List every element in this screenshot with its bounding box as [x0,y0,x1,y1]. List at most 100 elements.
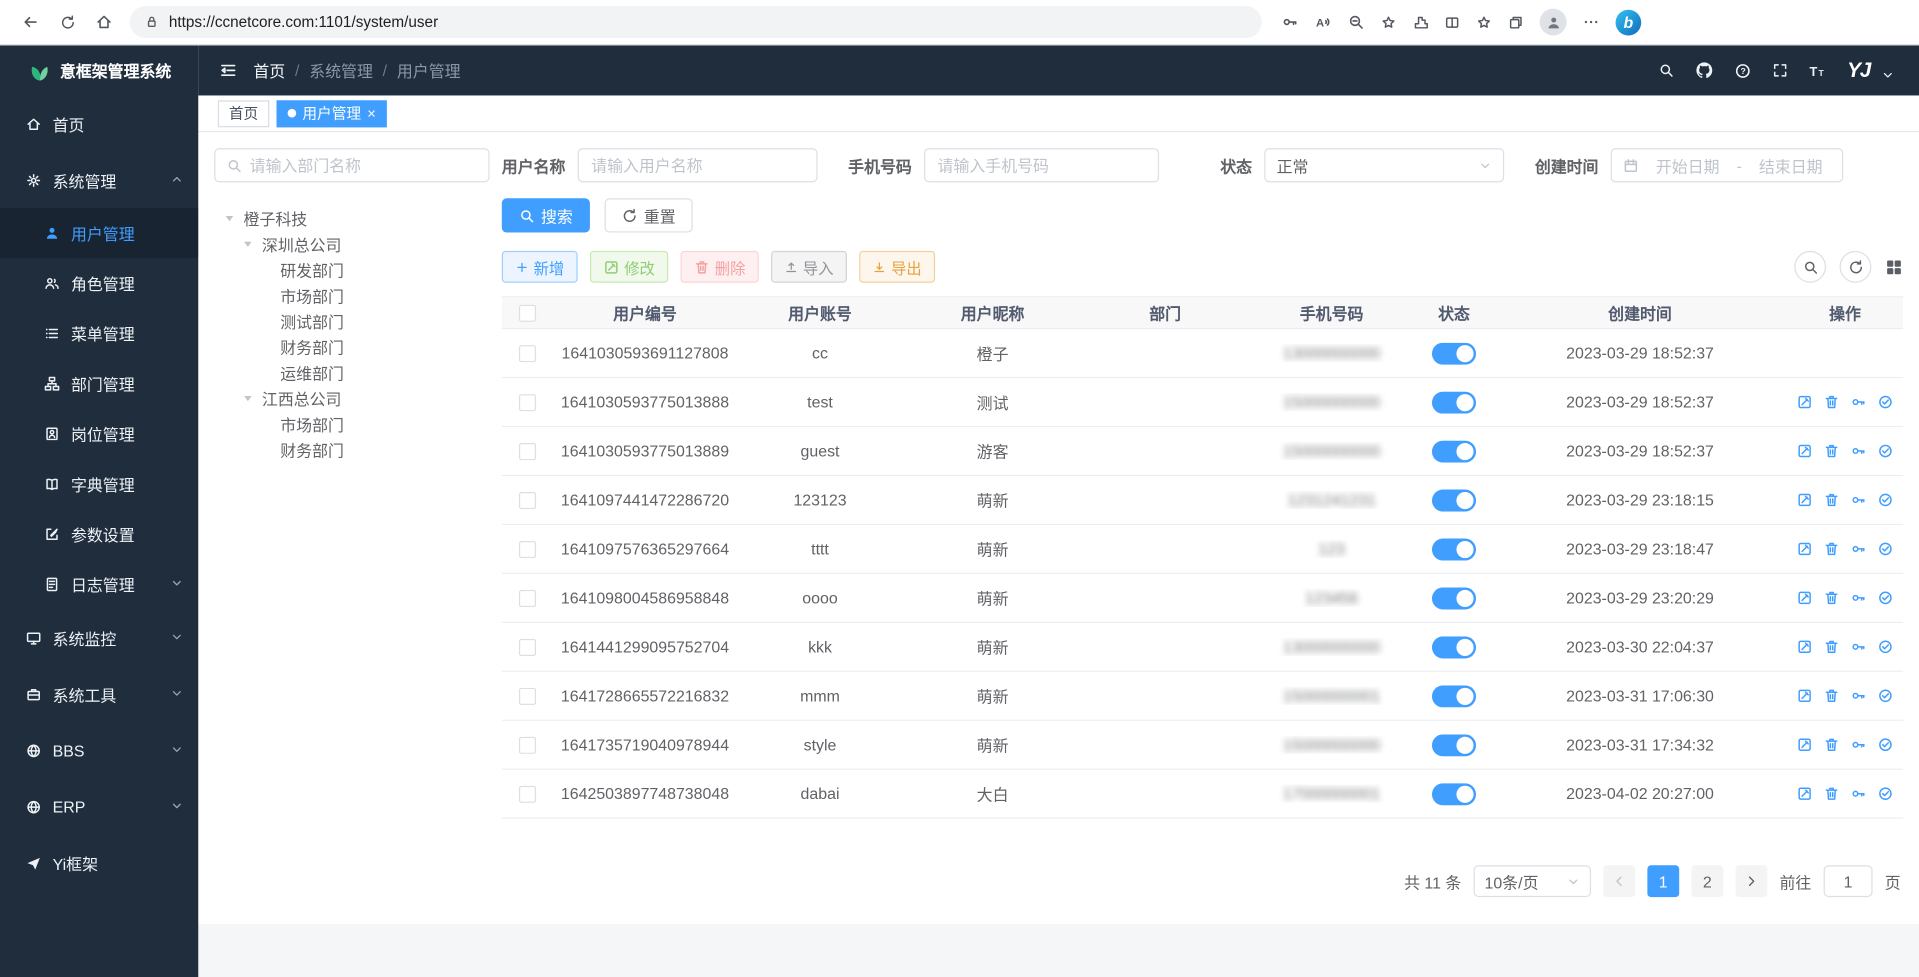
reset-password-icon[interactable] [1851,492,1867,508]
refresh-table-button[interactable] [1840,251,1872,283]
username-input[interactable] [578,148,818,182]
tree-node[interactable]: 市场部门 [214,411,489,437]
reset-password-icon[interactable] [1851,443,1867,459]
dept-search-input[interactable] [250,156,478,174]
sidebar-item-erp[interactable]: ERP [0,778,198,834]
assign-role-icon[interactable] [1877,786,1893,802]
sidebar-item-bbs[interactable]: BBS [0,722,198,778]
assign-role-icon[interactable] [1877,590,1893,606]
reset-password-icon[interactable] [1851,786,1867,802]
phone-input[interactable] [924,148,1159,182]
browser-back-button[interactable] [12,5,49,39]
assign-role-icon[interactable] [1877,394,1893,410]
reset-password-icon[interactable] [1851,541,1867,557]
split-screen-icon[interactable] [1444,14,1460,30]
status-toggle[interactable] [1432,685,1476,707]
sidebar-item-menu-mgmt[interactable]: 菜单管理 [0,308,198,358]
assign-role-icon[interactable] [1877,737,1893,753]
edit-icon[interactable] [1797,394,1813,410]
tree-node[interactable]: 研发部门 [214,257,489,283]
import-button[interactable]: 导入 [771,251,847,283]
reset-password-icon[interactable] [1851,590,1867,606]
tree-node[interactable]: 橙子科技 [214,206,489,232]
select-all-checkbox[interactable] [502,304,553,321]
tree-node[interactable]: 江西总公司 [214,386,489,412]
row-checkbox[interactable] [502,687,553,704]
edit-icon[interactable] [1797,541,1813,557]
delete-icon[interactable] [1824,541,1840,557]
delete-icon[interactable] [1824,688,1840,704]
edit-icon[interactable] [1797,737,1813,753]
tree-node[interactable]: 市场部门 [214,283,489,309]
sidebar-item-log-mgmt[interactable]: 日志管理 [0,559,198,609]
edit-icon[interactable] [1797,786,1813,802]
tree-node[interactable]: 深圳总公司 [214,231,489,257]
favorites-icon[interactable] [1476,14,1492,30]
status-toggle[interactable] [1432,587,1476,609]
status-toggle[interactable] [1432,342,1476,364]
delete-icon[interactable] [1824,394,1840,410]
reset-password-icon[interactable] [1851,688,1867,704]
delete-icon[interactable] [1824,590,1840,606]
export-button[interactable]: 导出 [859,251,935,283]
breadcrumb-item[interactable]: 首页 [253,59,285,82]
sidebar-item-param-settings[interactable]: 参数设置 [0,509,198,559]
bing-icon[interactable]: b [1616,9,1642,35]
sidebar-item-system-mgmt[interactable]: 系统管理 [0,152,198,208]
status-toggle[interactable] [1432,636,1476,658]
browser-home-button[interactable] [86,5,123,39]
browser-profile-avatar[interactable] [1540,9,1567,36]
assign-role-icon[interactable] [1877,541,1893,557]
browser-menu-icon[interactable] [1583,13,1600,30]
tree-node[interactable]: 财务部门 [214,437,489,463]
chevron-down-icon[interactable] [1881,69,1894,82]
tab-home[interactable]: 首页 [218,100,269,127]
assign-role-icon[interactable] [1877,639,1893,655]
delete-icon[interactable] [1824,443,1840,459]
tree-expand-icon[interactable] [242,393,255,404]
add-button[interactable]: 新增 [502,251,578,283]
address-bar[interactable]: https://ccnetcore.com:1101/system/user [130,6,1262,38]
goto-page-input[interactable] [1824,865,1873,897]
row-checkbox[interactable] [502,442,553,459]
fullscreen-icon[interactable] [1772,62,1788,78]
tree-node[interactable]: 财务部门 [214,334,489,360]
row-checkbox[interactable] [502,345,553,362]
column-settings-button[interactable] [1885,258,1903,276]
toggle-search-button[interactable] [1794,251,1826,283]
reset-button[interactable]: 重置 [605,198,693,232]
font-size-icon[interactable]: TT [1809,62,1826,79]
browser-refresh-button[interactable] [49,5,86,39]
reset-password-icon[interactable] [1851,737,1867,753]
extensions-icon[interactable] [1412,14,1428,30]
close-icon[interactable]: × [367,106,376,121]
tree-expand-icon[interactable] [242,239,255,250]
sidebar-item-yi-framework[interactable]: Yi框架 [0,835,198,891]
reset-password-icon[interactable] [1851,639,1867,655]
page-button-2[interactable]: 2 [1691,865,1723,897]
password-key-icon[interactable] [1281,13,1298,30]
edit-icon[interactable] [1797,443,1813,459]
delete-button[interactable]: 删除 [681,251,759,283]
read-aloud-icon[interactable]: A [1314,13,1331,30]
tree-expand-icon[interactable] [224,213,237,224]
status-toggle[interactable] [1432,391,1476,413]
assign-role-icon[interactable] [1877,688,1893,704]
page-button-1[interactable]: 1 [1647,865,1679,897]
assign-role-icon[interactable] [1877,492,1893,508]
tab-user-mgmt[interactable]: 用户管理× [277,100,387,127]
collapse-sidebar-icon[interactable] [219,61,237,79]
status-toggle[interactable] [1432,783,1476,805]
delete-icon[interactable] [1824,737,1840,753]
row-checkbox[interactable] [502,785,553,802]
row-checkbox[interactable] [502,638,553,655]
sidebar-item-system-monitor[interactable]: 系统监控 [0,610,198,666]
sidebar-item-dict-mgmt[interactable]: 字典管理 [0,459,198,509]
sidebar-item-dept-mgmt[interactable]: 部门管理 [0,359,198,409]
sidebar-item-role-mgmt[interactable]: 角色管理 [0,258,198,308]
reset-password-icon[interactable] [1851,394,1867,410]
search-button[interactable]: 搜索 [502,198,590,232]
delete-icon[interactable] [1824,639,1840,655]
page-size-select[interactable]: 10条/页 [1474,865,1591,897]
status-select[interactable]: 正常 [1264,148,1504,182]
